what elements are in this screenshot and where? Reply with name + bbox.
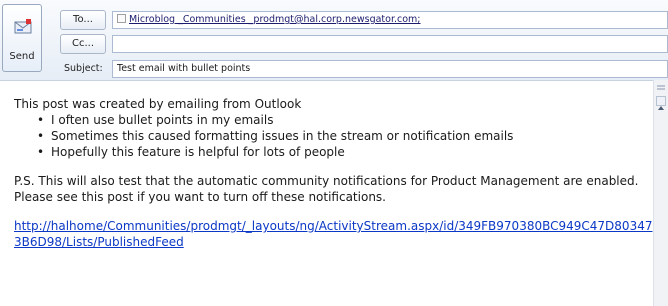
cc-button[interactable]: Cc... [60, 34, 106, 54]
send-label: Send [9, 51, 35, 62]
to-button[interactable]: To... [60, 10, 106, 30]
cc-field[interactable] [112, 35, 668, 53]
vertical-scrollbar[interactable] [653, 80, 668, 306]
subject-label: Subject: [64, 63, 103, 74]
to-field[interactable]: Microblog _Communities _prodmgt@hal.corp… [112, 11, 668, 29]
intro-line: This post was created by emailing from O… [14, 97, 302, 111]
list-item: Hopefully this feature is helpful for lo… [37, 144, 652, 160]
scroll-up-button[interactable] [656, 96, 666, 110]
list-item: Sometimes this caused formatting issues … [37, 128, 652, 144]
list-item: I often use bullet points in my emails [37, 112, 652, 128]
activity-stream-link[interactable]: http://halhome/Communities/prodmgt/_layo… [14, 218, 654, 250]
chevron-up-icon [658, 106, 664, 110]
subject-field[interactable]: Test email with bullet points [112, 60, 668, 78]
bullet-list: I often use bullet points in my emails S… [14, 112, 652, 160]
message-body[interactable]: This post was created by emailing from O… [0, 82, 652, 306]
send-envelope-icon [14, 19, 32, 34]
message-header: Send To... Cc... Subject: Microblog _Com… [0, 0, 668, 81]
to-recipient[interactable]: Microblog _Communities _prodmgt@hal.corp… [129, 14, 421, 25]
contact-card-icon [117, 14, 126, 23]
send-button[interactable]: Send [2, 4, 42, 72]
split-grip-icon[interactable] [656, 83, 666, 93]
ps-paragraph: P.S. This will also test that the automa… [14, 174, 639, 204]
